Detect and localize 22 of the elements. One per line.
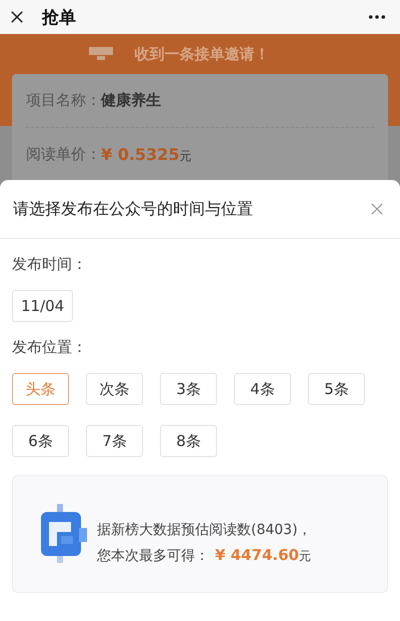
unit-price: ¥ 0.5325元 (101, 144, 192, 164)
field-label: 项目名称： (26, 91, 101, 110)
position-option[interactable]: 4条 (234, 373, 291, 405)
earnings-amount: ¥ 4474.60元 (215, 546, 311, 565)
banner-text: 收到一条接单邀请！ (134, 44, 270, 64)
position-option[interactable]: 5条 (308, 373, 365, 405)
estimate-text: 据新榜大数据预估阅读数(8403)， (97, 521, 312, 539)
position-option[interactable]: 8条 (160, 425, 217, 457)
date-option[interactable]: 11/04 (12, 290, 74, 322)
position-option[interactable]: 3条 (160, 373, 217, 405)
section-label: 发布位置： (12, 338, 88, 357)
sheet-title: 请选择发布在公众号的时间与位置 (13, 198, 253, 220)
page-title: 抢单 (42, 6, 76, 28)
section-label: 发布时间： (12, 255, 88, 274)
more-icon[interactable] (368, 14, 386, 20)
position-option[interactable]: 6条 (12, 425, 69, 457)
earnings-label: 您本次最多可得： (97, 547, 209, 565)
field-label: 阅读单价： (26, 145, 101, 164)
position-option[interactable]: 次条 (86, 373, 143, 405)
close-icon[interactable] (10, 10, 24, 24)
position-option[interactable]: 7条 (86, 425, 143, 457)
project-name: 健康养生 (101, 91, 161, 110)
